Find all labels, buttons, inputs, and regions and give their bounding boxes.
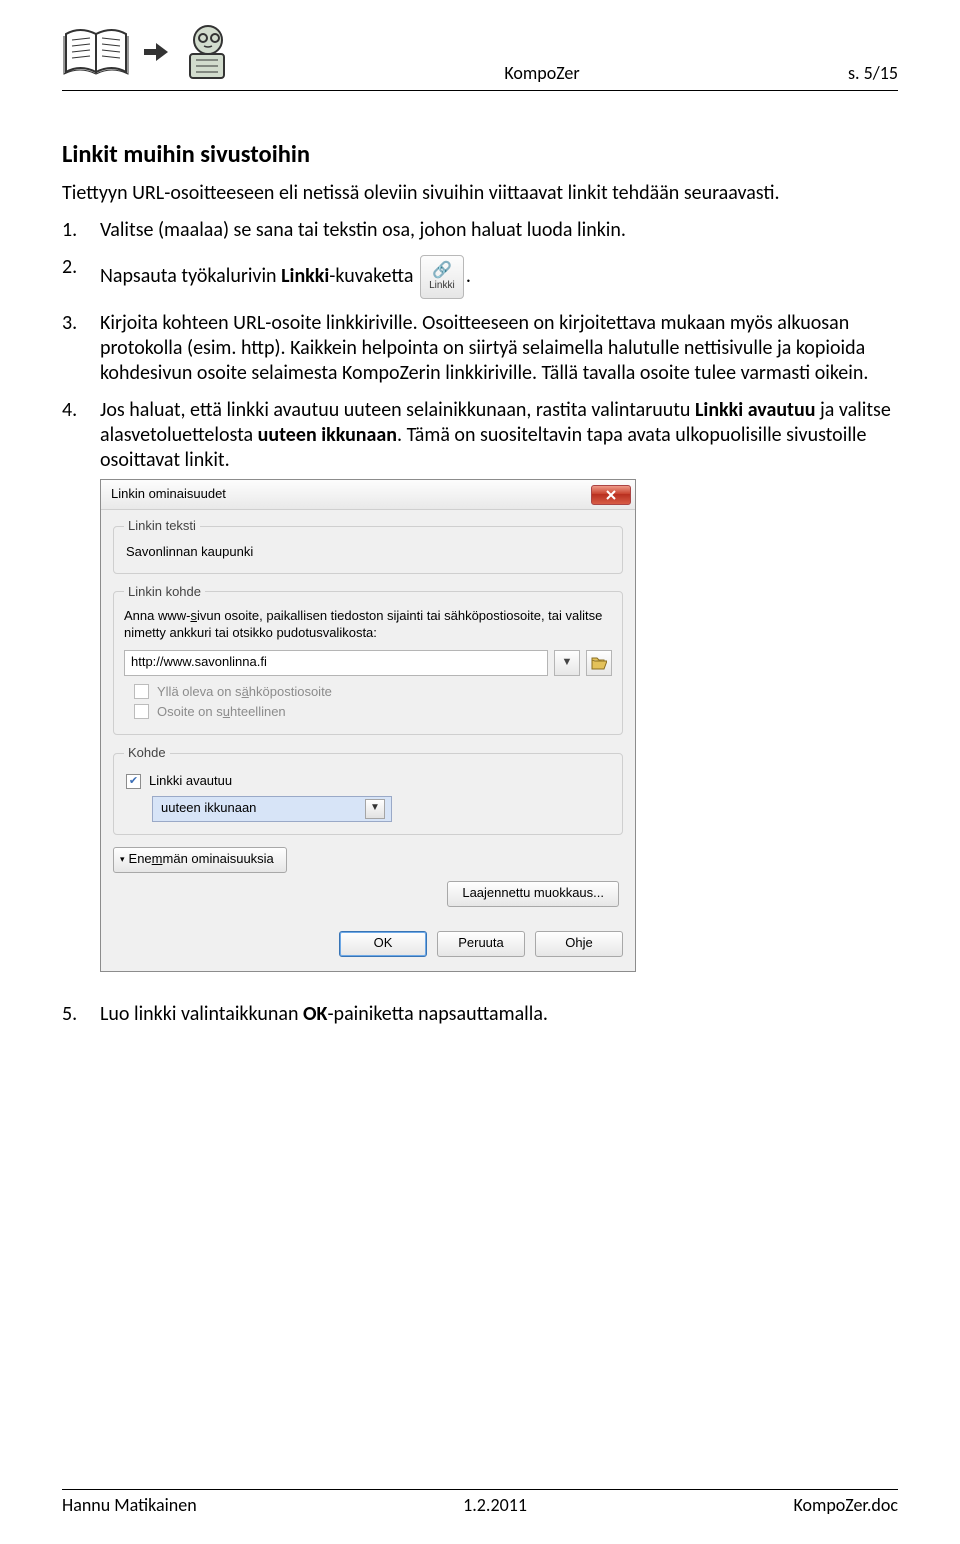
link-opens-checkbox-row: ✔ Linkki avautuu <box>126 773 612 789</box>
footer-rule <box>62 1489 898 1490</box>
footer-filename: KompoZer.doc <box>793 1494 898 1516</box>
chevron-down-icon: ▼ <box>562 656 573 670</box>
step-5: 5. Luo linkki valintaikkunan OK-painiket… <box>62 1002 898 1027</box>
more-properties-button[interactable]: ▾Enemmän ominaisuuksia <box>113 847 287 873</box>
email-checkbox-label: Yllä oleva on sähköpostiosoite <box>157 684 332 700</box>
browse-button[interactable] <box>586 650 612 676</box>
dialog-button-row: OK Peruuta Ohje <box>101 921 635 971</box>
page-footer: Hannu Matikainen 1.2.2011 KompoZer.doc <box>62 1489 898 1516</box>
triangle-icon: ▾ <box>120 854 125 865</box>
link-opens-checkbox[interactable]: ✔ <box>126 774 141 789</box>
step-1: 1. Valitse (maalaa) se sana tai tekstin … <box>62 218 898 243</box>
group-kohde: Kohde ✔ Linkki avautuu uuteen ikkunaan ▼ <box>113 745 623 835</box>
footer-date: 1.2.2011 <box>463 1494 527 1516</box>
link-icon: 🔗 <box>432 263 452 279</box>
url-input[interactable]: http://www.savonlinna.fi <box>124 650 548 676</box>
relative-checkbox <box>134 704 149 719</box>
folder-open-icon <box>591 656 607 670</box>
email-checkbox <box>134 684 149 699</box>
chevron-down-icon: ▼ <box>365 799 385 819</box>
ordered-steps: 1. Valitse (maalaa) se sana tai tekstin … <box>62 218 898 1027</box>
target-window-select[interactable]: uuteen ikkunaan ▼ <box>152 796 392 822</box>
group-link-text: Linkin teksti Savonlinnan kaupunki <box>113 518 623 574</box>
relative-checkbox-label: Osoite on suhteellinen <box>157 704 286 720</box>
dialog-title: Linkin ominaisuudet <box>111 486 226 502</box>
footer-author: Hannu Matikainen <box>62 1494 197 1516</box>
target-instructions: Anna www-sivun osoite, paikallisen tiedo… <box>124 608 612 642</box>
section-intro: Tiettyyn URL-osoitteeseen eli netissä ol… <box>62 181 898 206</box>
link-opens-label: Linkki avautuu <box>149 773 232 789</box>
advanced-edit-button[interactable]: Laajennettu muokkaus... <box>447 881 619 907</box>
doc-title: KompoZer <box>504 62 579 84</box>
header-rule <box>62 90 898 91</box>
ok-button[interactable]: OK <box>339 931 427 957</box>
content: Linkit muihin sivustoihin Tiettyyn URL-o… <box>62 139 898 1027</box>
linkki-toolbar-button: 🔗Linkki <box>420 255 464 299</box>
link-properties-dialog: Linkin ominaisuudet Linkin teksti Savonl… <box>100 479 636 972</box>
email-checkbox-row: Yllä oleva on sähköpostiosoite <box>134 684 612 700</box>
close-button[interactable] <box>591 485 631 505</box>
header-illustration <box>62 20 236 84</box>
cancel-button[interactable]: Peruuta <box>437 931 525 957</box>
help-button[interactable]: Ohje <box>535 931 623 957</box>
reader-icon <box>178 20 236 84</box>
link-text-value: Savonlinnan kaupunki <box>124 542 612 562</box>
section-heading: Linkit muihin sivustoihin <box>62 139 898 169</box>
book-icon <box>62 22 134 82</box>
group-link-target: Linkin kohde Anna www-sivun osoite, paik… <box>113 584 623 736</box>
arrow-icon <box>144 43 168 61</box>
url-dropdown-button[interactable]: ▼ <box>554 650 580 676</box>
step-2: 2. Napsauta työkalurivin Linkki-kuvakett… <box>62 255 898 299</box>
close-icon <box>605 490 617 500</box>
dialog-titlebar: Linkin ominaisuudet <box>101 480 635 510</box>
step-3: 3. Kirjoita kohteen URL-osoite linkkiriv… <box>62 311 898 386</box>
step-4: 4. Jos haluat, että linkki avautuu uutee… <box>62 398 898 990</box>
relative-checkbox-row: Osoite on suhteellinen <box>134 704 612 720</box>
page-number: s. 5/15 <box>848 62 898 84</box>
page-header: KompoZer s. 5/15 <box>62 20 898 88</box>
